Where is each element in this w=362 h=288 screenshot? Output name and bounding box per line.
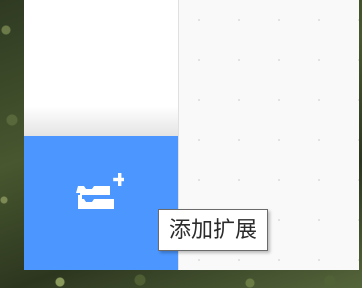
add-extension-button[interactable]: [24, 136, 178, 270]
screen: 添加扩展: [0, 0, 362, 288]
add-extension-icon: [76, 173, 124, 209]
block-palette[interactable]: [24, 0, 178, 136]
extension-tooltip: 添加扩展: [158, 209, 269, 251]
